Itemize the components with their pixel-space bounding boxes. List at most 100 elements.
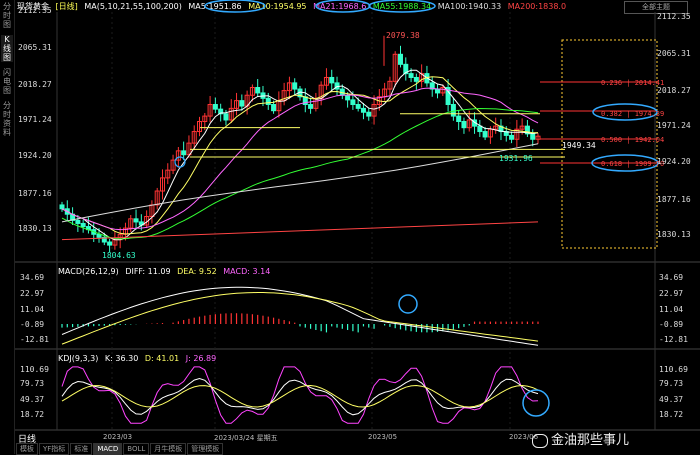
candle-body bbox=[530, 133, 536, 140]
current-price-label: 1949.34 bbox=[562, 141, 596, 150]
price-axis-label: 1971.24 bbox=[18, 115, 52, 124]
price-axis-label: 1971.24 bbox=[657, 121, 691, 130]
date-label: 2023/05 bbox=[368, 433, 398, 441]
candle-body bbox=[509, 134, 515, 140]
price-axis-label: 1877.16 bbox=[657, 195, 691, 204]
date-label: 2023/03 bbox=[103, 433, 133, 441]
candle-body bbox=[477, 125, 483, 133]
candle-body bbox=[397, 53, 403, 65]
candle-body bbox=[308, 104, 314, 109]
price-axis-label: 2018.27 bbox=[657, 86, 691, 95]
candle-body bbox=[59, 204, 65, 210]
candle-body bbox=[366, 111, 372, 117]
ma100-line bbox=[61, 143, 539, 223]
macd-dea: DEA: 9.52 bbox=[177, 267, 217, 276]
kdj-d: D: 41.01 bbox=[144, 354, 180, 363]
weibo-logo-icon bbox=[532, 433, 548, 448]
candle-body bbox=[482, 131, 488, 138]
kdj-axis-label: 110.69 bbox=[20, 365, 49, 374]
kdj-d-line bbox=[61, 384, 539, 408]
price-axis-label: 1830.13 bbox=[657, 230, 691, 239]
kdj-axis-label: 79.73 bbox=[20, 379, 45, 388]
candle-body bbox=[271, 104, 277, 112]
price-axis-label: 1924.20 bbox=[18, 151, 52, 160]
indicator-tab[interactable]: 模板 bbox=[16, 443, 38, 455]
candle-body bbox=[360, 107, 366, 113]
kdj-header: KDJ(9,3,3) K: 36.30 D: 41.01 J: 26.89 bbox=[58, 354, 220, 363]
price-axis-label: 2065.31 bbox=[18, 43, 52, 52]
candle-body bbox=[212, 104, 218, 110]
indicator-tab[interactable]: MACD bbox=[93, 443, 123, 455]
highlight-circle bbox=[522, 389, 550, 417]
kdj-axis-label: 49.37 bbox=[659, 395, 684, 404]
chart-canvas bbox=[15, 0, 700, 431]
kdj-j-line bbox=[61, 366, 539, 424]
macd-axis-label: 11.04 bbox=[659, 305, 684, 314]
kdj-axis-label: 49.37 bbox=[20, 395, 45, 404]
candle-body bbox=[450, 104, 456, 117]
macd-diff: DIFF: 11.09 bbox=[125, 267, 171, 276]
highlight-circle bbox=[315, 0, 371, 13]
macd-axis-label: 22.97 bbox=[659, 289, 684, 298]
candle-body bbox=[413, 76, 419, 82]
candle-body bbox=[223, 113, 229, 121]
candle-body bbox=[408, 73, 414, 78]
candle-body bbox=[355, 104, 361, 109]
price-axis-label: 2112.35 bbox=[657, 12, 691, 21]
macd-header: MACD(26,12,9) DIFF: 11.09 DEA: 9.52 MACD… bbox=[58, 267, 274, 276]
support-label: 1931.96 bbox=[499, 154, 533, 163]
kdj-axis-label: 18.72 bbox=[659, 410, 684, 419]
highlight-circle bbox=[368, 0, 436, 13]
macd-axis-label: 34.69 bbox=[20, 273, 45, 282]
fib-0618-label: 0.618 | 1909.70 bbox=[601, 160, 665, 168]
candle-body bbox=[181, 150, 187, 156]
date-label: 2023/03/24 星期五 bbox=[214, 434, 278, 442]
watermark: 金油那些事儿 bbox=[532, 429, 629, 448]
highlight-circle bbox=[398, 294, 418, 314]
macd-value: MACD: 3.14 bbox=[223, 267, 271, 276]
kdj-k: K: 36.30 bbox=[104, 354, 139, 363]
candlesticks bbox=[59, 35, 541, 253]
candle-body bbox=[107, 241, 113, 246]
macd-dea-line bbox=[61, 292, 539, 345]
candle-body bbox=[265, 97, 271, 106]
kdj-axis-label: 79.73 bbox=[659, 379, 684, 388]
candle-body bbox=[456, 115, 462, 123]
kdj-axis-label: 110.69 bbox=[659, 365, 688, 374]
fib-0382-label: 0.382 | 1974.39 bbox=[601, 110, 665, 118]
candle-body bbox=[80, 222, 86, 228]
candle-body bbox=[329, 76, 335, 84]
kdj-k-line bbox=[61, 377, 539, 416]
candle-body bbox=[461, 121, 467, 129]
kdj-params: KDJ(9,3,3) bbox=[58, 354, 99, 363]
date-axis: 2023/03 2023/03/24 星期五 2023/05 2023/06 bbox=[0, 433, 560, 442]
indicator-tab[interactable]: BOLL bbox=[123, 443, 150, 455]
candle-body bbox=[435, 88, 441, 94]
indicator-tab[interactable]: 标准 bbox=[70, 443, 93, 455]
candle-body bbox=[239, 100, 245, 107]
peak-label: 2079.38 bbox=[386, 31, 420, 40]
candle-body bbox=[255, 87, 261, 94]
fib-0500-label: 0.500 | 1942.04 bbox=[601, 136, 665, 144]
price-axis-label: 1877.16 bbox=[18, 189, 52, 198]
watermark-text: 金油那些事儿 bbox=[551, 433, 630, 448]
price-axis-label: 2112.35 bbox=[18, 6, 52, 15]
macd-axis-label: 22.97 bbox=[20, 289, 45, 298]
macd-axis-label: -0.89 bbox=[659, 320, 684, 329]
price-axis-label: 1830.13 bbox=[18, 224, 52, 233]
price-axis-label: 2065.31 bbox=[657, 49, 691, 58]
macd-axis-label: -12.81 bbox=[659, 335, 688, 344]
candle-body bbox=[292, 82, 298, 90]
low-label: 1804.63 bbox=[102, 251, 136, 260]
macd-axis-label: 11.04 bbox=[20, 305, 45, 314]
indicator-tab[interactable]: 管理模板 bbox=[187, 443, 224, 455]
indicator-tab[interactable]: YF指标 bbox=[39, 443, 70, 455]
kdj-axis-label: 18.72 bbox=[20, 410, 45, 419]
indicator-tab[interactable]: 月牛模板 bbox=[150, 443, 187, 455]
macd-axis-label: 34.69 bbox=[659, 273, 684, 282]
candle-body bbox=[96, 233, 102, 238]
macd-params: MACD(26,12,9) bbox=[58, 267, 119, 276]
macd-axis-label: -0.89 bbox=[20, 320, 45, 329]
kdj-j: J: 26.89 bbox=[185, 354, 217, 363]
highlight-circle bbox=[204, 0, 266, 13]
